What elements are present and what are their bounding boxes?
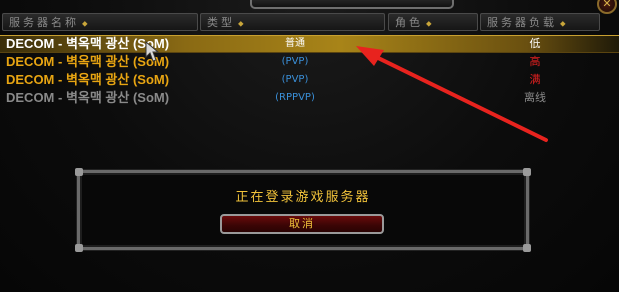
- dialog-corner: [523, 244, 531, 252]
- column-header-type[interactable]: 类型 ⬥: [200, 13, 385, 31]
- connecting-message: 正在登录游戏服务器: [235, 190, 371, 205]
- sort-arrow-icon: ⬥: [238, 19, 244, 28]
- column-header-label: 服务器名称: [9, 16, 79, 29]
- server-row[interactable]: DECOM - 벽옥맥 광산 (SoM) 普通 低: [0, 35, 619, 53]
- column-header-characters[interactable]: 角色 ⬥: [388, 13, 478, 31]
- server-row[interactable]: DECOM - 벽옥맥 광산 (SoM) (PVP) 满: [0, 71, 619, 89]
- column-header-server-name[interactable]: 服务器名称 ⬥: [2, 13, 198, 31]
- sort-arrow-icon: ⬥: [426, 19, 432, 28]
- server-type: (PVP): [281, 56, 309, 67]
- cancel-button[interactable]: 取消: [220, 214, 384, 234]
- server-load: 满: [529, 73, 541, 86]
- server-row[interactable]: DECOM - 벽옥맥 광산 (SoM) (PVP) 高: [0, 53, 619, 71]
- column-header-label: 类型: [207, 16, 235, 29]
- dialog-corner: [75, 168, 83, 176]
- server-row[interactable]: DECOM - 벽옥맥 광산 (SoM) (RPPVP) 离线: [0, 89, 619, 107]
- sort-arrow-icon: ⬥: [560, 19, 566, 28]
- sort-arrow-icon: ⬥: [82, 19, 88, 28]
- close-icon[interactable]: ✕: [597, 0, 617, 14]
- server-type: 普通: [285, 38, 305, 49]
- server-load: 离线: [524, 91, 546, 104]
- realm-selection-screen: ✕ 服务器名称 ⬥ 类型 ⬥ 角色 ⬥ 服务器负载 ⬥ DECOM - 벽옥맥 광산 (…: [0, 0, 619, 292]
- column-header-label: 服务器负载: [487, 16, 557, 29]
- server-type: (RPPVP): [275, 92, 315, 103]
- mouse-cursor-icon: [145, 40, 160, 62]
- connecting-dialog: 正在登录游戏服务器 取消: [75, 168, 531, 252]
- server-type: (PVP): [281, 74, 309, 85]
- top-frame-ornament: [250, 0, 454, 9]
- dialog-corner: [523, 168, 531, 176]
- server-load: 低: [529, 37, 541, 50]
- server-load: 高: [529, 55, 541, 68]
- server-name: DECOM - 벽옥맥 광산 (SoM): [6, 72, 170, 87]
- column-header-label: 角色: [395, 16, 423, 29]
- server-name: DECOM - 벽옥맥 광산 (SoM): [6, 90, 170, 105]
- column-header-load[interactable]: 服务器负载 ⬥: [480, 13, 600, 31]
- dialog-corner: [75, 244, 83, 252]
